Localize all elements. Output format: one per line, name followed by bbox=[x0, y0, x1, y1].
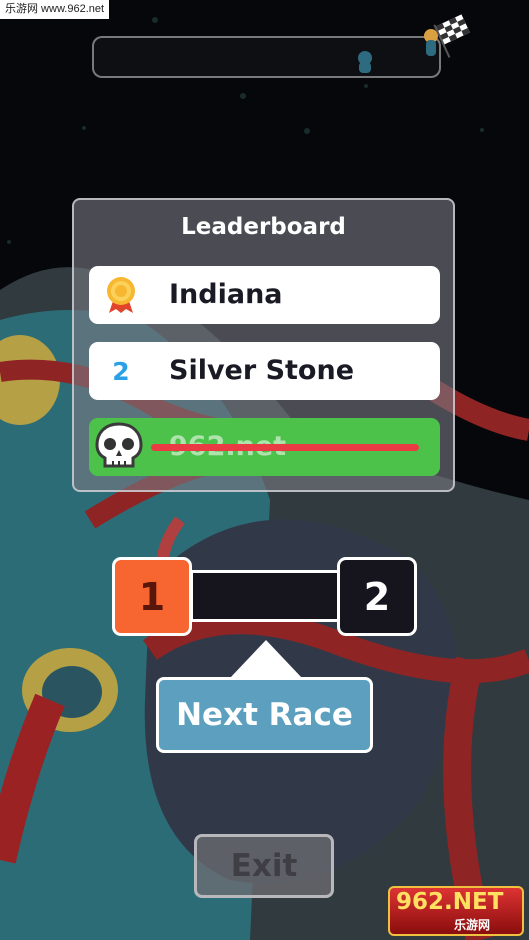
watermark-logo-sub: 乐游网 bbox=[454, 918, 491, 932]
race-progress-bar bbox=[92, 36, 441, 78]
watermark-top-text: 乐游网 www.962.net bbox=[0, 0, 110, 19]
leaderboard-title: Leaderboard bbox=[181, 214, 346, 240]
medal-icon bbox=[107, 277, 135, 313]
watermark-logo-main: 962.NET bbox=[396, 889, 504, 915]
exit-button[interactable]: Exit bbox=[194, 834, 334, 898]
watermark-logo: 962.NET 乐游网 bbox=[388, 886, 524, 936]
leaderboard-name: Silver Stone bbox=[169, 355, 355, 386]
next-race-pointer bbox=[230, 640, 302, 678]
score-progress-track bbox=[190, 570, 340, 622]
score-next-level: 2 bbox=[337, 557, 417, 636]
player-marker-icon bbox=[358, 51, 372, 73]
leaderboard-row-2: 2 Silver Stone bbox=[89, 342, 440, 400]
score-current-level: 1 bbox=[112, 557, 192, 636]
finish-flag-icon bbox=[424, 14, 470, 58]
leaderboard-row-3-eliminated: 962.net bbox=[89, 418, 440, 476]
leaderboard-panel: Leaderboard Indiana 2 Silver Stone bbox=[72, 198, 455, 492]
game-screen: 乐游网 www.962.net Leaderboard Indiana 2 Si… bbox=[0, 0, 529, 940]
eliminated-strike-line bbox=[151, 444, 419, 451]
leaderboard-rank: 2 bbox=[112, 356, 130, 386]
next-race-button[interactable]: Next Race bbox=[156, 677, 373, 753]
leaderboard-row-1: Indiana bbox=[89, 266, 440, 324]
leaderboard-name: Indiana bbox=[169, 279, 283, 310]
skull-icon bbox=[95, 422, 143, 468]
